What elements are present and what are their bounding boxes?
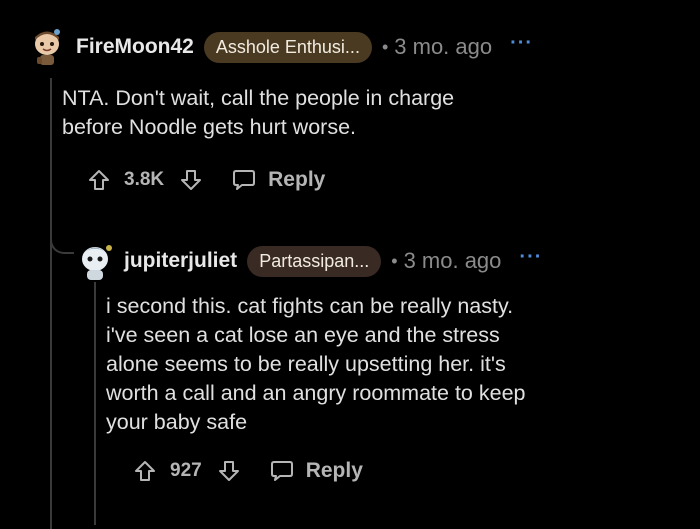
- reply-label: Reply: [305, 459, 363, 482]
- more-options-icon[interactable]: ···: [510, 32, 533, 55]
- reply-comment: jupiterjuliet Partassipan... • 3 mo. ago…: [74, 240, 684, 483]
- user-flair: Partassipan...: [247, 245, 382, 277]
- user-flair: Asshole Enthusi...: [203, 31, 372, 63]
- comment: FireMoon42 Asshole Enthusi... • 3 mo. ag…: [26, 26, 686, 192]
- username[interactable]: FireMoon42: [76, 35, 194, 59]
- thread-connector: [50, 228, 74, 254]
- timestamp[interactable]: 3 mo. ago: [394, 34, 492, 60]
- comment-actions: 3.8K Reply: [88, 168, 686, 192]
- username[interactable]: jupiterjuliet: [124, 249, 237, 273]
- reply-button[interactable]: Reply: [232, 168, 325, 192]
- downvote-icon[interactable]: [218, 460, 240, 482]
- comment-bubble-icon: [233, 170, 256, 190]
- more-options-icon[interactable]: ···: [519, 246, 542, 269]
- reply-label: Reply: [268, 168, 326, 191]
- comment-body: i second this. cat fights can be really …: [106, 294, 526, 434]
- reply-button[interactable]: Reply: [270, 459, 363, 483]
- comment-header: jupiterjuliet Partassipan... • 3 mo. ago…: [74, 240, 684, 282]
- separator-dot: •: [381, 36, 389, 57]
- snoo-avatar-icon[interactable]: [74, 240, 116, 282]
- comment-bubble-icon: [270, 461, 293, 481]
- timestamp[interactable]: 3 mo. ago: [404, 248, 502, 274]
- vote-score: 3.8K: [124, 169, 165, 190]
- upvote-icon[interactable]: [134, 460, 156, 482]
- comment-body: NTA. Don't wait, call the people in char…: [62, 86, 455, 139]
- comment-thread: FireMoon42 Asshole Enthusi... • 3 mo. ag…: [0, 0, 700, 529]
- vote-score: 927: [170, 460, 202, 481]
- downvote-icon[interactable]: [180, 169, 202, 191]
- snoo-avatar-icon[interactable]: [26, 26, 68, 68]
- separator-dot: •: [391, 250, 398, 271]
- upvote-icon[interactable]: [88, 169, 110, 191]
- comment-header: FireMoon42 Asshole Enthusi... • 3 mo. ag…: [26, 26, 686, 68]
- comment-actions: 927 Reply: [134, 459, 684, 483]
